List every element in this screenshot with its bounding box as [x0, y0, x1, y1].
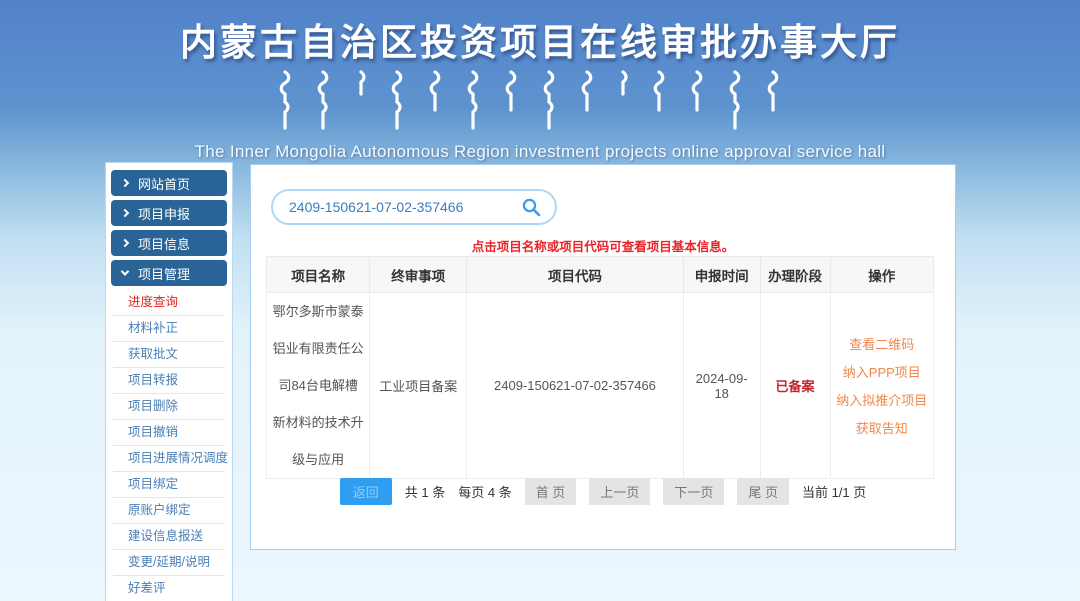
col-header-project-name: 项目名称: [267, 257, 370, 293]
current-page-text: 当前 1/1 页: [802, 482, 866, 501]
sidebar-subitem-change-delay[interactable]: 变更/延期/说明: [113, 550, 225, 576]
chevron-down-icon: [121, 267, 129, 275]
back-button[interactable]: 返回: [340, 478, 392, 505]
chevron-right-icon: [121, 209, 129, 217]
click-hint-text: 点击项目名称或项目代码可查看项目基本信息。: [251, 236, 955, 255]
chevron-right-icon: [121, 239, 129, 247]
sidebar-subitem-progress-query[interactable]: 进度查询: [113, 290, 225, 316]
first-page-button[interactable]: 首 页: [525, 478, 577, 505]
total-count-text: 共 1 条: [405, 482, 445, 501]
project-code-link[interactable]: 2409-150621-07-02-357466: [467, 293, 684, 479]
sidebar-subitem-construction-info[interactable]: 建设信息报送: [113, 524, 225, 550]
search-icon[interactable]: [521, 197, 555, 217]
prev-page-button[interactable]: 上一页: [589, 478, 650, 505]
sidebar-nav: 网站首页 项目申报 项目信息 项目管理 进度查询 材料补正 获取批文 项目转报 …: [105, 162, 233, 601]
sidebar-item-home[interactable]: 网站首页: [111, 170, 227, 196]
next-page-button[interactable]: 下一页: [663, 478, 724, 505]
sidebar-item-label: 网站首页: [138, 174, 190, 193]
operations-cell: 查看二维码 纳入PPP项目 纳入拟推介项目 获取告知: [830, 293, 933, 479]
sidebar-item-project-declare[interactable]: 项目申报: [111, 200, 227, 226]
get-notice-link[interactable]: 获取告知: [836, 418, 928, 437]
last-page-button[interactable]: 尾 页: [737, 478, 789, 505]
search-input[interactable]: [273, 199, 521, 215]
stage-badge: 已备案: [760, 293, 830, 479]
mongolian-script: [0, 70, 1080, 136]
sidebar-item-label: 项目申报: [138, 204, 190, 223]
sidebar-subitem-progress-schedule[interactable]: 项目进展情况调度: [113, 446, 225, 472]
project-name-link[interactable]: 鄂尔多斯市蒙泰铝业有限责任公司84台电解槽新材料的技术升级与应用: [267, 293, 370, 479]
view-qrcode-link[interactable]: 查看二维码: [836, 334, 928, 353]
chevron-right-icon: [121, 179, 129, 187]
sidebar-submenu: 进度查询 材料补正 获取批文 项目转报 项目删除 项目撤销 项目进展情况调度 项…: [113, 290, 225, 601]
declare-date-cell: 2024-09-18: [683, 293, 760, 479]
table-header-row: 项目名称 终审事项 项目代码 申报时间 办理阶段 操作: [267, 257, 934, 293]
sidebar-subitem-project-delete[interactable]: 项目删除: [113, 394, 225, 420]
sidebar-item-label: 项目管理: [138, 264, 190, 283]
col-header-stage: 办理阶段: [760, 257, 830, 293]
site-title-chinese: 内蒙古自治区投资项目在线审批办事大厅: [0, 12, 1080, 66]
sidebar-item-label: 项目信息: [138, 234, 190, 253]
sidebar-subitem-rating[interactable]: 好差评: [113, 576, 225, 601]
sidebar-subitem-project-revoke[interactable]: 项目撤销: [113, 420, 225, 446]
sidebar-item-project-info[interactable]: 项目信息: [111, 230, 227, 256]
table-row: 鄂尔多斯市蒙泰铝业有限责任公司84台电解槽新材料的技术升级与应用 工业项目备案 …: [267, 293, 934, 479]
sidebar-subitem-material-correction[interactable]: 材料补正: [113, 316, 225, 342]
page-header: 内蒙古自治区投资项目在线审批办事大厅 The Inner Mongolia Au…: [0, 0, 1080, 162]
project-search-box: [271, 189, 557, 225]
main-content-panel: 点击项目名称或项目代码可查看项目基本信息。 项目名称 终审事项 项目代码 申报时…: [250, 164, 956, 550]
per-page-text: 每页 4 条: [458, 482, 511, 501]
project-table: 项目名称 终审事项 项目代码 申报时间 办理阶段 操作 鄂尔多斯市蒙泰铝业有限责…: [266, 256, 934, 479]
col-header-final-matter: 终审事项: [370, 257, 467, 293]
col-header-project-code: 项目代码: [467, 257, 684, 293]
add-promote-project-link[interactable]: 纳入拟推介项目: [836, 390, 928, 409]
add-ppp-project-link[interactable]: 纳入PPP项目: [836, 362, 928, 381]
sidebar-subitem-project-bind[interactable]: 项目绑定: [113, 472, 225, 498]
sidebar-subitem-get-approval[interactable]: 获取批文: [113, 342, 225, 368]
pagination-bar: 返回 共 1 条 每页 4 条 首 页 上一页 下一页 尾 页 当前 1/1 页: [251, 478, 955, 505]
col-header-declare-time: 申报时间: [683, 257, 760, 293]
final-matter-cell: 工业项目备案: [370, 293, 467, 479]
sidebar-subitem-original-account-bind[interactable]: 原账户绑定: [113, 498, 225, 524]
col-header-operations: 操作: [830, 257, 933, 293]
sidebar-subitem-project-transfer[interactable]: 项目转报: [113, 368, 225, 394]
sidebar-item-project-manage[interactable]: 项目管理: [111, 260, 227, 286]
site-subtitle-english: The Inner Mongolia Autonomous Region inv…: [0, 142, 1080, 162]
